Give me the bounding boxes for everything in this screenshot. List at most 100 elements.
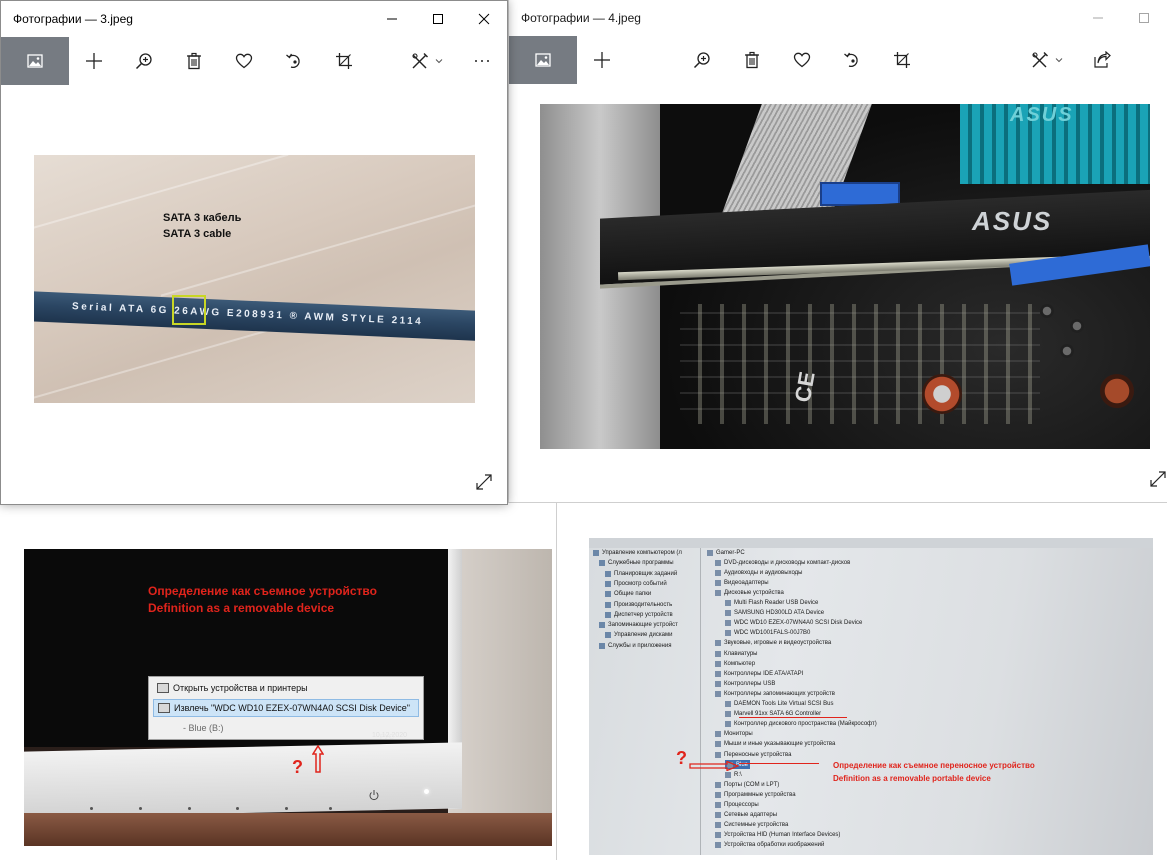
- device-icon: [715, 650, 721, 657]
- mount-screw: [922, 374, 962, 414]
- device-list-item: Компьютер: [715, 659, 755, 668]
- crop-icon: [894, 52, 910, 68]
- wall: [448, 549, 552, 846]
- annotation-ru: Определение как съемное переносное устро…: [833, 761, 1035, 770]
- window-toolbar: [589, 538, 1153, 548]
- favorite-button[interactable]: [219, 37, 269, 85]
- share-button[interactable]: [1077, 36, 1127, 84]
- device-label: Дисковые устройства: [724, 589, 784, 596]
- sata-port: [820, 182, 900, 206]
- highlight-box: [172, 295, 206, 325]
- favorite-button[interactable]: [777, 36, 827, 84]
- more-icon: [475, 60, 489, 62]
- device-label: Устройства обработки изображений: [724, 842, 825, 849]
- monitor-button: [188, 807, 191, 810]
- device-list-item: DAEMON Tools Lite Virtual SCSI Bus: [725, 700, 833, 709]
- device-icon: [715, 559, 721, 566]
- device-label: Переносные устройства: [724, 751, 792, 758]
- device-label: Системные устройства: [724, 822, 789, 829]
- power-icon: [369, 790, 379, 801]
- device-icon: [725, 620, 731, 627]
- rotate-button[interactable]: [827, 36, 877, 84]
- question-mark: ?: [292, 757, 303, 777]
- add-icon: [594, 52, 610, 68]
- crop-button[interactable]: [319, 37, 369, 85]
- maximize-button[interactable]: [415, 1, 461, 37]
- close-button[interactable]: [461, 1, 507, 37]
- device-icon: [725, 711, 731, 718]
- ce-mark: CE: [789, 369, 820, 405]
- caption-line-en: SATA 3 cable: [163, 228, 232, 240]
- annotation-en: Definition as a removable portable devic…: [833, 774, 991, 783]
- delete-button[interactable]: [727, 36, 777, 84]
- minimize-button[interactable]: [1075, 0, 1121, 36]
- rotate-button[interactable]: [269, 37, 319, 85]
- device-icon: [715, 812, 721, 819]
- caption-line-ru: SATA 3 кабель: [163, 212, 242, 224]
- tree-item: Общие папки: [605, 591, 651, 598]
- device-icon: [725, 721, 731, 728]
- edit-create-button[interactable]: [1017, 36, 1077, 84]
- device-label: Устройства HID (Human Interface Devices): [724, 832, 841, 839]
- expand-icon: [476, 474, 492, 490]
- folder-icon: [593, 550, 599, 556]
- monitor-button: [285, 807, 288, 810]
- add-button[interactable]: [69, 37, 119, 85]
- photo-caption: SATA 3 кабель SATA 3 cable: [163, 210, 241, 242]
- maximize-button[interactable]: [1121, 0, 1167, 36]
- device-list-item: Контроллеры IDE ATA/ATAPI: [715, 669, 803, 678]
- rotate-icon: [286, 53, 300, 69]
- device-icon: [725, 600, 731, 606]
- delete-button[interactable]: [169, 37, 219, 85]
- device-label: Контроллеры USB: [724, 680, 776, 687]
- view-button[interactable]: [509, 36, 577, 84]
- edit-create-button[interactable]: [397, 37, 457, 85]
- zoom-in-button[interactable]: [119, 37, 169, 85]
- chevron-down-icon: [435, 59, 443, 64]
- favorite-icon: [235, 53, 253, 69]
- folder-icon: [599, 560, 605, 567]
- wood-grain: [34, 155, 289, 239]
- monitor-button: [236, 807, 239, 810]
- tree-item: Управление дисками: [605, 632, 673, 639]
- device-label: Клавиатуры: [724, 650, 758, 657]
- fullscreen-button[interactable]: [1147, 468, 1167, 490]
- delete-icon: [187, 52, 201, 70]
- device-manager-photo: Управление компьютером (л Служебные прогр…: [589, 538, 1153, 855]
- device-label: SAMSUNG HD300LD ATA Device: [734, 610, 825, 617]
- minimize-button[interactable]: [369, 1, 415, 37]
- device-icon: [715, 802, 721, 808]
- device-icon: [725, 701, 731, 707]
- edit-icon: [412, 53, 428, 69]
- tree-item-label: Управление дисками: [614, 632, 673, 639]
- divider: [556, 503, 557, 860]
- device-icon: [715, 781, 721, 788]
- annotation: Определение как съемное переносное устро…: [833, 759, 1035, 785]
- capacitor: [1060, 344, 1074, 358]
- more-button[interactable]: [457, 37, 507, 85]
- console-tree: Управление компьютером (л Служебные прогр…: [589, 548, 701, 855]
- device-list-item: R:\: [725, 770, 742, 779]
- device-list-item: Порты (COM и LPT): [715, 780, 779, 789]
- device-label: R:\: [734, 771, 742, 778]
- folder-icon: [599, 642, 605, 649]
- edit-icon: [1032, 52, 1048, 68]
- monitor-photo: Определение как съемное устройство Defin…: [24, 549, 552, 846]
- device-icon: [715, 660, 721, 667]
- fullscreen-button[interactable]: [473, 471, 495, 493]
- title-bar[interactable]: Фотографии — 3.jpeg: [1, 1, 507, 37]
- title-bar[interactable]: Фотографии — 4.jpeg: [509, 0, 1167, 36]
- device-label: Аудиовходы и аудиовыходы: [724, 569, 803, 576]
- crop-button[interactable]: [877, 36, 927, 84]
- device-list-item: Мыши и иные указывающие устройства: [715, 740, 835, 749]
- zoom-in-button[interactable]: [677, 36, 727, 84]
- photos-window-3[interactable]: Фотографии — 3.jpeg SATA 3 кабель SATA 3…: [0, 0, 508, 505]
- add-button[interactable]: [577, 36, 627, 84]
- device-icon: [715, 741, 721, 748]
- view-button[interactable]: [1, 37, 69, 85]
- folder-icon: [605, 601, 611, 608]
- sata-cable-photo: SATA 3 кабель SATA 3 cable Serial ATA 6G…: [34, 155, 475, 403]
- tree-item-label: Планировщик заданий: [614, 570, 678, 577]
- add-icon: [86, 53, 102, 69]
- device-label: Звуковые, игровые и видеоустройства: [724, 640, 832, 647]
